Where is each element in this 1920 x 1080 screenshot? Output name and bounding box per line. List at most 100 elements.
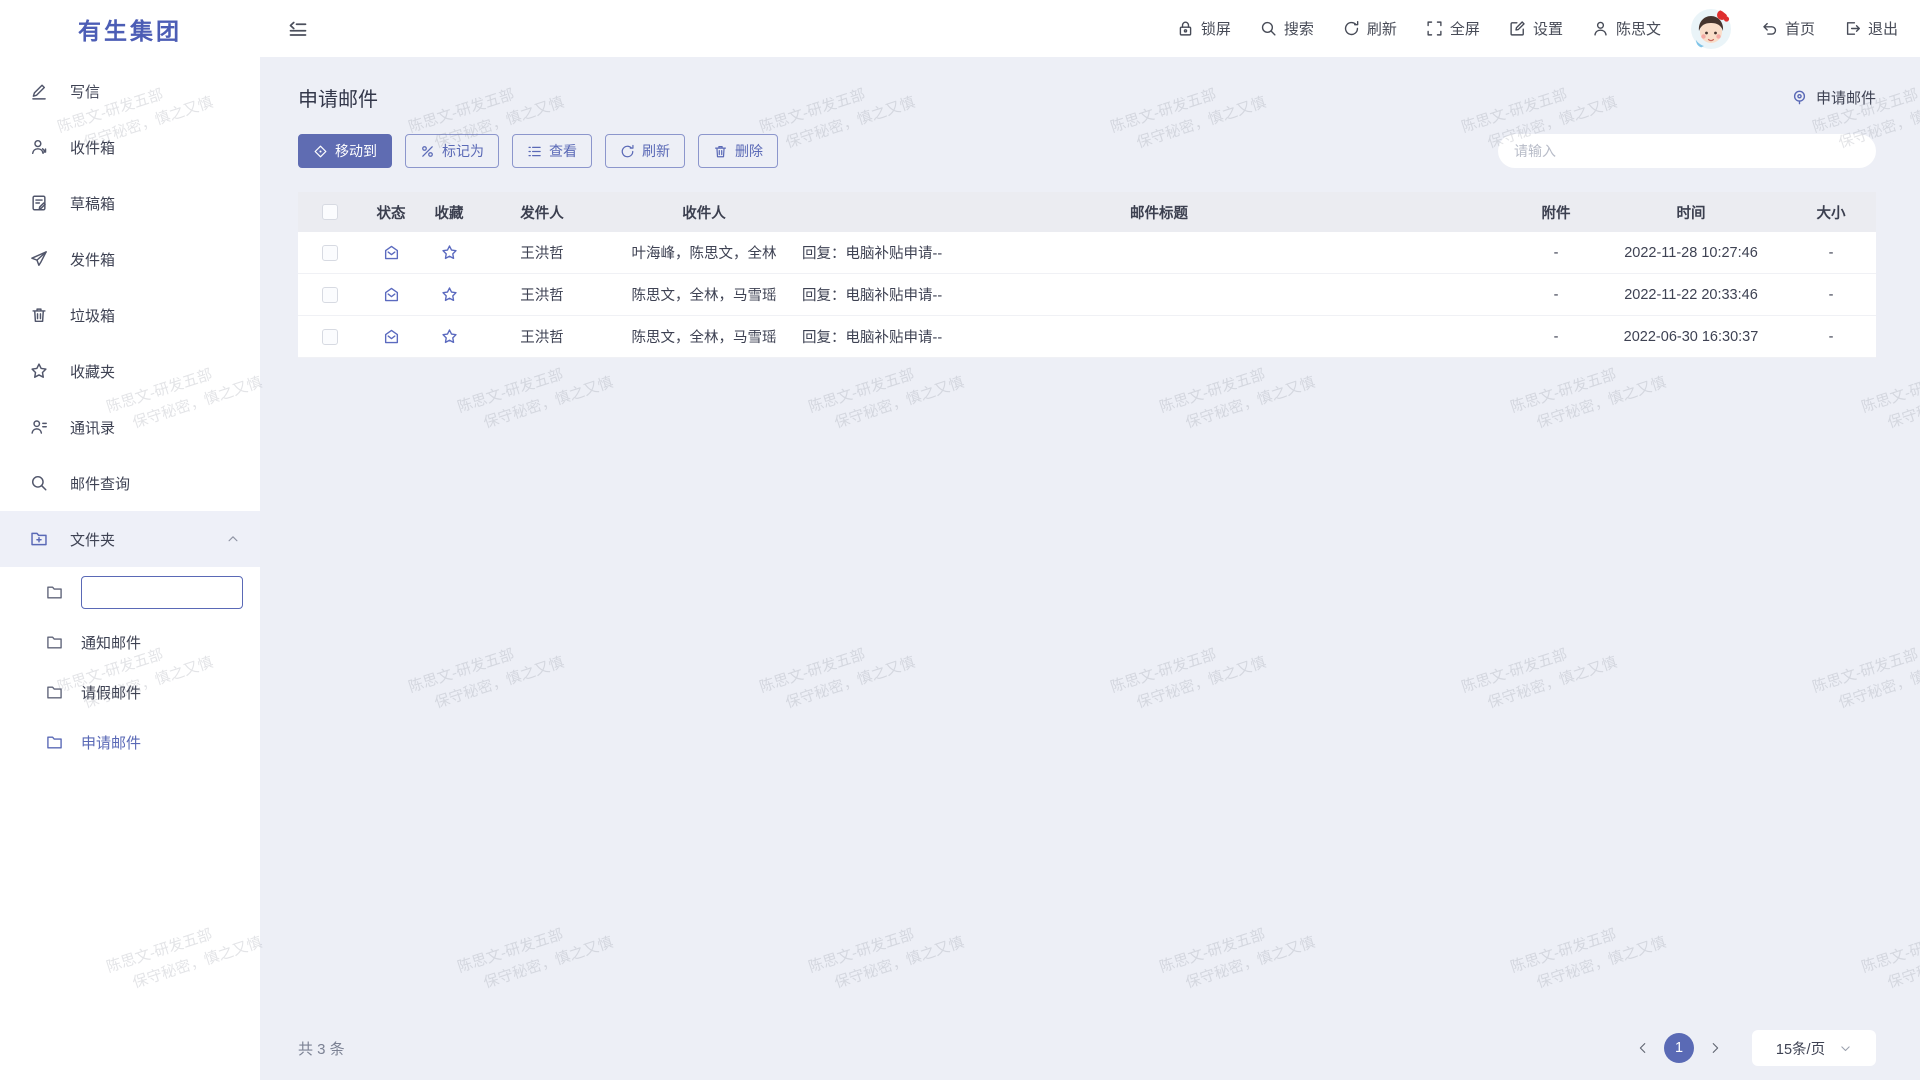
sidebar-item-drafts[interactable]: 草稿箱	[0, 175, 260, 231]
sidebar-item-junk[interactable]: 垃圾箱	[0, 287, 260, 343]
subfolder-list: 通知邮件 请假邮件 申请邮件	[0, 567, 260, 767]
sidebar-item-sent[interactable]: 发件箱	[0, 231, 260, 287]
new-folder-row	[0, 567, 260, 617]
star-icon[interactable]	[441, 328, 458, 345]
send-icon	[30, 250, 48, 268]
new-folder-input[interactable]	[81, 576, 243, 609]
mail-search-input[interactable]	[1514, 143, 1860, 159]
folder-icon	[46, 684, 63, 701]
chevron-up-icon[interactable]	[226, 532, 240, 546]
table-row[interactable]: 王洪哲 陈思文，全林，马雪瑶 回复：电脑补贴申请-- - 2022-06-30 …	[298, 316, 1876, 358]
location-icon	[1791, 89, 1808, 106]
toolbar: 移动到 标记为 查看 刷新 删除	[298, 134, 1876, 168]
folder-icon	[46, 584, 63, 601]
lock-screen-button[interactable]: 锁屏	[1177, 18, 1231, 39]
page-size-value: 15条/页	[1776, 1038, 1825, 1059]
cell-sender: 王洪哲	[478, 284, 606, 305]
star-icon[interactable]	[441, 286, 458, 303]
sidebar-item-compose[interactable]: 写信	[0, 63, 260, 119]
mail-table: 状态 收藏 发件人 收件人 邮件标题 附件 时间 大小 王洪哲 叶海峰，陈思文，…	[298, 192, 1876, 358]
sidebar-folder-leave[interactable]: 请假邮件	[0, 667, 260, 717]
header-favorite: 收藏	[420, 202, 478, 223]
home-button[interactable]: 首页	[1761, 18, 1815, 39]
cell-recipients: 陈思文，全林，马雪瑶	[606, 284, 802, 305]
global-search-button[interactable]: 搜索	[1260, 18, 1314, 39]
row-checkbox[interactable]	[322, 329, 338, 345]
search-icon	[30, 474, 48, 492]
cell-sender: 王洪哲	[478, 326, 606, 347]
cell-time: 2022-06-30 16:30:37	[1596, 329, 1786, 345]
draft-icon	[30, 194, 48, 212]
view-button[interactable]: 查看	[512, 134, 592, 168]
sidebar-item-label: 发件箱	[70, 249, 115, 270]
table-row[interactable]: 王洪哲 叶海峰，陈思文，全林 回复：电脑补贴申请-- - 2022-11-28 …	[298, 232, 1876, 274]
app-logo: 有生集团	[0, 0, 260, 57]
sidebar-folder-apply[interactable]: 申请邮件	[0, 717, 260, 767]
mark-as-button[interactable]: 标记为	[405, 134, 499, 168]
table-header: 状态 收藏 发件人 收件人 邮件标题 附件 时间 大小	[298, 192, 1876, 232]
page-size-select[interactable]: 15条/页	[1752, 1030, 1876, 1066]
mail-search-box	[1498, 134, 1876, 168]
header-subject: 邮件标题	[802, 202, 1516, 223]
sidebar-item-mail-search[interactable]: 邮件查询	[0, 455, 260, 511]
logout-button[interactable]: 退出	[1844, 18, 1898, 39]
cell-attachment: -	[1516, 287, 1596, 303]
main-content: 申请邮件 申请邮件 移动到 标记为 查看	[260, 57, 1920, 1080]
pencil-icon	[30, 82, 48, 100]
delete-button[interactable]: 删除	[698, 134, 778, 168]
settings-button[interactable]: 设置	[1509, 18, 1563, 39]
trash-icon	[713, 144, 728, 159]
header-attachment: 附件	[1516, 202, 1596, 223]
title-row: 申请邮件 申请邮件	[298, 83, 1876, 112]
refresh-icon	[620, 144, 635, 159]
sidebar-item-label: 草稿箱	[70, 193, 115, 214]
folder-label: 通知邮件	[81, 632, 141, 653]
sidebar-item-favorites[interactable]: 收藏夹	[0, 343, 260, 399]
inbox-person-icon	[30, 138, 48, 156]
row-checkbox[interactable]	[322, 245, 338, 261]
header-sender: 发件人	[478, 202, 606, 223]
list-footer: 共 3 条 1 15条/页	[298, 1016, 1876, 1080]
page-title: 申请邮件	[298, 83, 378, 112]
sidebar-item-folders[interactable]: 文件夹	[0, 511, 260, 567]
sidebar: 有生集团 写信 收件箱 草稿箱 发件箱	[0, 0, 260, 1080]
folder-icon	[46, 634, 63, 651]
folder-label: 申请邮件	[81, 732, 141, 753]
chevron-down-icon	[1839, 1042, 1852, 1055]
logout-icon	[1844, 20, 1861, 37]
topbar: 锁屏 搜索 刷新 全屏 设置	[260, 0, 1920, 57]
select-all-checkbox[interactable]	[322, 204, 338, 220]
fullscreen-button[interactable]: 全屏	[1426, 18, 1480, 39]
row-checkbox[interactable]	[322, 287, 338, 303]
page-number[interactable]: 1	[1664, 1033, 1694, 1063]
sidebar-item-inbox[interactable]: 收件箱	[0, 119, 260, 175]
next-page-icon[interactable]	[1708, 1041, 1722, 1055]
sidebar-folder-notice[interactable]: 通知邮件	[0, 617, 260, 667]
search-icon	[1260, 20, 1277, 37]
current-user-button[interactable]: 陈思文	[1592, 18, 1661, 39]
menu-fold-icon[interactable]	[288, 19, 308, 39]
cell-size: -	[1786, 329, 1876, 345]
breadcrumb[interactable]: 申请邮件	[1791, 87, 1876, 108]
folder-icon	[46, 734, 63, 751]
move-to-button[interactable]: 移动到	[298, 134, 392, 168]
sidebar-item-label: 垃圾箱	[70, 305, 115, 326]
refresh-button[interactable]: 刷新	[1343, 18, 1397, 39]
prev-page-icon[interactable]	[1636, 1041, 1650, 1055]
sidebar-menu: 写信 收件箱 草稿箱 发件箱 垃圾箱	[0, 57, 260, 767]
move-icon	[313, 144, 328, 159]
table-row[interactable]: 王洪哲 陈思文，全林，马雪瑶 回复：电脑补贴申请-- - 2022-11-22 …	[298, 274, 1876, 316]
header-recipients: 收件人	[606, 202, 802, 223]
sidebar-item-contacts[interactable]: 通讯录	[0, 399, 260, 455]
lock-icon	[1177, 20, 1194, 37]
pagination: 1 15条/页	[1636, 1030, 1876, 1066]
avatar[interactable]	[1690, 8, 1732, 50]
topbar-actions: 锁屏 搜索 刷新 全屏 设置	[1177, 8, 1898, 50]
trash-icon	[30, 306, 48, 324]
star-icon	[30, 362, 48, 380]
star-icon[interactable]	[441, 244, 458, 261]
cell-time: 2022-11-22 20:33:46	[1596, 287, 1786, 303]
cell-subject: 回复：电脑补贴申请--	[802, 284, 1516, 305]
fullscreen-icon	[1426, 20, 1443, 37]
refresh-list-button[interactable]: 刷新	[605, 134, 685, 168]
